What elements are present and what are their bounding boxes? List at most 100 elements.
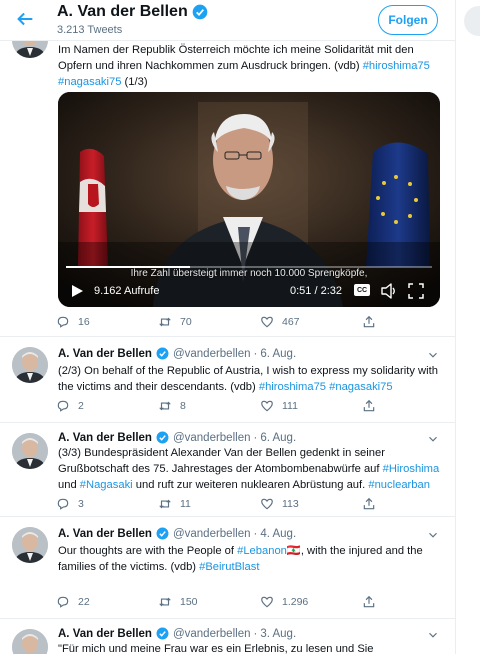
like-button[interactable]: 111 [260, 399, 298, 413]
reply-count: 22 [78, 596, 90, 608]
verified-badge-icon [156, 347, 169, 360]
like-button[interactable]: 113 [260, 497, 299, 511]
reply-icon [57, 400, 69, 412]
avatar[interactable] [12, 433, 48, 469]
tweet-text-segment: Our thoughts are with the People of [58, 545, 238, 557]
like-count: 113 [282, 498, 299, 510]
tweet-text-segment: "Für mich und meine Frau war es ein Erle… [58, 643, 374, 654]
tweet-date[interactable]: 6. Aug. [260, 432, 296, 444]
author-handle[interactable]: @vanderbellen [173, 348, 251, 360]
hashtag-link[interactable]: #Hiroshima [383, 463, 440, 475]
video-player[interactable]: Ihre Zahl übersteigt immer noch 10.000 S… [58, 92, 440, 307]
video-controls: 9.162 Aufrufe 0:51 / 2:32 CC [58, 280, 440, 304]
retweet-count: 70 [180, 316, 192, 328]
share-button[interactable] [362, 497, 376, 511]
reply-icon [57, 596, 69, 608]
caret-down-icon[interactable] [426, 432, 440, 446]
hashtag-link[interactable]: #hiroshima75 [259, 381, 326, 393]
profile-name-row: A. Van der Bellen [57, 3, 208, 21]
tweet-date[interactable]: 3. Aug. [260, 628, 296, 640]
tweet-text: (2/3) On behalf of the Republic of Austr… [58, 363, 443, 395]
retweet-button[interactable]: 11 [158, 497, 191, 511]
hashtag-link[interactable]: #BeirutBlast [199, 561, 259, 573]
follow-button[interactable]: Folgen [378, 5, 438, 35]
caret-down-icon[interactable] [426, 528, 440, 542]
author-name[interactable]: A. Van der Bellen [58, 432, 152, 444]
share-icon [363, 497, 375, 510]
tweet-actions: 3 11 113 [56, 497, 386, 515]
reply-button[interactable]: 22 [56, 595, 90, 609]
video-subtitle: Ihre Zahl übersteigt immer noch 10.000 S… [130, 268, 368, 279]
retweet-count: 150 [180, 596, 198, 608]
tweet-text-segment: und ruft zur weiteren nuklearen Abrüstun… [132, 479, 369, 491]
author-name[interactable]: A. Van der Bellen [58, 528, 152, 540]
like-button[interactable]: 1.296 [260, 595, 308, 609]
share-icon [363, 399, 375, 412]
tweet-actions: 16 70 467 [56, 315, 386, 333]
reply-icon [57, 498, 69, 510]
tweet-header: A. Van der Bellen @vanderbellen · 6. Aug… [58, 347, 296, 360]
tweet-5[interactable]: A. Van der Bellen @vanderbellen · 3. Aug… [0, 619, 455, 654]
reply-button[interactable]: 16 [56, 315, 90, 329]
volume-icon[interactable] [380, 283, 398, 302]
author-name[interactable]: A. Van der Bellen [58, 628, 152, 640]
retweet-button[interactable]: 70 [158, 315, 192, 329]
retweet-icon [159, 317, 171, 327]
tweet-3[interactable]: A. Van der Bellen @vanderbellen · 6. Aug… [0, 423, 455, 517]
tweet-header: A. Van der Bellen @vanderbellen · 3. Aug… [58, 627, 296, 640]
author-name[interactable]: A. Van der Bellen [58, 348, 152, 360]
like-icon [261, 316, 273, 328]
like-icon [261, 596, 273, 608]
hashtag-link[interactable]: #hiroshima75 [363, 60, 430, 72]
search-box[interactable] [464, 6, 480, 36]
profile-header: A. Van der Bellen 3.213 Tweets Folgen [0, 0, 480, 41]
retweet-count: 11 [180, 498, 191, 510]
author-handle[interactable]: @vanderbellen [173, 528, 251, 540]
share-icon [363, 595, 375, 608]
separator-dot: · [253, 527, 258, 540]
author-handle[interactable]: @vanderbellen [173, 432, 251, 444]
avatar[interactable] [12, 629, 48, 654]
hashtag-link[interactable]: #nagasaki75 [58, 76, 121, 88]
retweet-button[interactable]: 8 [158, 399, 186, 413]
tweet-2[interactable]: A. Van der Bellen @vanderbellen · 6. Aug… [0, 337, 455, 423]
share-button[interactable] [362, 399, 376, 413]
retweet-icon [159, 597, 171, 607]
caret-down-icon[interactable] [426, 348, 440, 362]
caret-down-icon[interactable] [426, 628, 440, 642]
separator-dot: · [253, 347, 258, 360]
verified-badge-icon [156, 627, 169, 640]
flag-emoji: 🇱🇧 [286, 545, 301, 557]
author-handle[interactable]: @vanderbellen [173, 628, 251, 640]
tweet-actions: 22 150 1.296 [56, 595, 386, 613]
tweet-text: Our thoughts are with the People of #Leb… [58, 543, 443, 575]
tweet-count: 3.213 Tweets [57, 24, 123, 36]
video-views: 9.162 Aufrufe [94, 285, 160, 297]
reply-button[interactable]: 2 [56, 399, 84, 413]
tweet-date[interactable]: 6. Aug. [260, 348, 296, 360]
play-icon[interactable] [70, 284, 84, 301]
back-arrow-icon[interactable] [14, 8, 36, 30]
hashtag-link[interactable]: #Lebanon [237, 545, 287, 557]
share-button[interactable] [362, 315, 376, 329]
tweet-text-segment: (3/3) Bundespräsident Alexander Van der … [58, 447, 385, 475]
hashtag-link[interactable]: #nuclearban [368, 479, 430, 491]
video-progress-bar[interactable] [66, 266, 432, 268]
reply-button[interactable]: 3 [56, 497, 84, 511]
tweet-date[interactable]: 4. Aug. [260, 528, 296, 540]
tweet-text-segment: und [58, 479, 80, 491]
avatar[interactable] [12, 527, 48, 563]
captions-button[interactable]: CC [354, 284, 370, 296]
avatar[interactable] [12, 347, 48, 383]
retweet-icon [159, 401, 171, 411]
share-button[interactable] [362, 595, 376, 609]
like-button[interactable]: 467 [260, 315, 300, 329]
tweet-4[interactable]: A. Van der Bellen @vanderbellen · 4. Aug… [0, 517, 455, 619]
tweet-1[interactable]: Im Namen der Republik Österreich möchte … [0, 0, 455, 337]
hashtag-link[interactable]: #Nagasaki [80, 479, 133, 491]
retweet-count: 8 [180, 400, 186, 412]
fullscreen-icon[interactable] [408, 283, 424, 302]
hashtag-link[interactable]: #nagasaki75 [329, 381, 392, 393]
share-icon [363, 315, 375, 328]
retweet-button[interactable]: 150 [158, 595, 198, 609]
